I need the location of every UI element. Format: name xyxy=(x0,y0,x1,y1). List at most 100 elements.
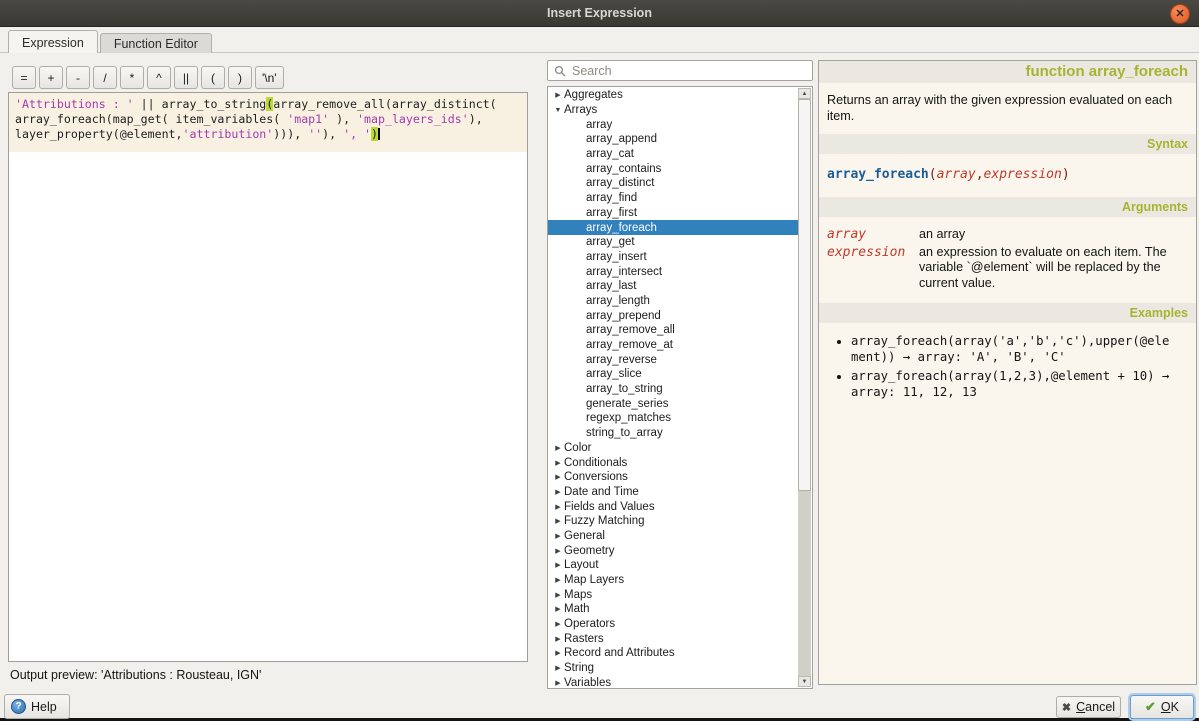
search-input[interactable] xyxy=(548,61,812,80)
chevron-right-icon[interactable]: ▶ xyxy=(552,488,564,496)
chevron-down-icon[interactable]: ▼ xyxy=(552,107,564,114)
operator-button-minus[interactable]: - xyxy=(66,66,90,89)
tree-function-array-remove-all[interactable]: array_remove_all xyxy=(548,323,799,338)
tree-category-fields-and-values[interactable]: ▶Fields and Values xyxy=(548,499,799,514)
tree-scrollbar-thumb[interactable] xyxy=(798,99,811,491)
tree-function-array-contains[interactable]: array_contains xyxy=(548,161,799,176)
tree-category-rasters[interactable]: ▶Rasters xyxy=(548,631,799,646)
chevron-right-icon[interactable]: ▶ xyxy=(552,517,564,525)
help-button-label: Help xyxy=(31,700,57,714)
chevron-right-icon[interactable]: ▶ xyxy=(552,532,564,540)
code-line-1: 'Attributions : ' || array_to_string(arr… xyxy=(15,97,521,112)
tree-category-conditionals[interactable]: ▶Conditionals xyxy=(548,455,799,470)
false: String xyxy=(564,662,594,674)
tree-category-color[interactable]: ▶Color xyxy=(548,441,799,456)
tree-category-record-and-attributes[interactable]: ▶Record and Attributes xyxy=(548,646,799,661)
tree-category-arrays[interactable]: ▼Arrays xyxy=(548,103,799,118)
tree-function-array-length[interactable]: array_length xyxy=(548,294,799,309)
help-examples-list: array_foreach(array('a','b','c'),upper(@… xyxy=(819,329,1196,407)
chevron-right-icon[interactable]: ▶ xyxy=(552,649,564,657)
chevron-right-icon[interactable]: ▶ xyxy=(552,547,564,555)
operator-button-equals[interactable]: = xyxy=(12,66,36,89)
code-line-3: layer_property(@element,'attribution')))… xyxy=(15,127,521,142)
expression-editor[interactable]: 'Attributions : ' || array_to_string(arr… xyxy=(8,92,528,662)
tab-expression[interactable]: Expression xyxy=(8,30,98,53)
tree-category-fuzzy-matching[interactable]: ▶Fuzzy Matching xyxy=(548,514,799,529)
operator-button-plus[interactable]: + xyxy=(39,66,63,89)
tab-function-editor[interactable]: Function Editor xyxy=(100,33,212,53)
false: Math xyxy=(564,603,590,615)
chevron-right-icon[interactable]: ▶ xyxy=(552,91,564,99)
operator-button-close-paren[interactable]: ) xyxy=(228,66,252,89)
false: Fuzzy Matching xyxy=(564,515,645,527)
tree-category-date-and-time[interactable]: ▶Date and Time xyxy=(548,485,799,500)
code-text: array_foreach(map_get( item_variables( xyxy=(15,112,287,126)
chevron-right-icon[interactable]: ▶ xyxy=(552,503,564,511)
tree-function-array[interactable]: array xyxy=(548,117,799,132)
tree-function-array-intersect[interactable]: array_intersect xyxy=(548,264,799,279)
function-tree-rows: ▶Aggregates▼Arraysarrayarray_appendarray… xyxy=(548,88,799,689)
operator-button-power[interactable]: ^ xyxy=(147,66,171,89)
tree-function-array-remove-at[interactable]: array_remove_at xyxy=(548,338,799,353)
tree-category-maps[interactable]: ▶Maps xyxy=(548,587,799,602)
tree-function-array-reverse[interactable]: array_reverse xyxy=(548,352,799,367)
chevron-right-icon[interactable]: ▶ xyxy=(552,444,564,452)
chevron-right-icon[interactable]: ▶ xyxy=(552,459,564,467)
tree-function-array-append[interactable]: array_append xyxy=(548,132,799,147)
chevron-right-icon[interactable]: ▶ xyxy=(552,576,564,584)
operator-button-concat[interactable]: || xyxy=(174,66,198,89)
tree-function-array-foreach[interactable]: array_foreach xyxy=(548,220,799,235)
tree-function-array-insert[interactable]: array_insert xyxy=(548,250,799,265)
tree-category-map-layers[interactable]: ▶Map Layers xyxy=(548,573,799,588)
operator-button-open-paren[interactable]: ( xyxy=(201,66,225,89)
tree-category-geometry[interactable]: ▶Geometry xyxy=(548,543,799,558)
chevron-right-icon[interactable]: ▶ xyxy=(552,605,564,613)
chevron-right-icon[interactable]: ▶ xyxy=(552,664,564,672)
help-description: Returns an array with the given expressi… xyxy=(819,83,1196,134)
chevron-right-icon[interactable]: ▶ xyxy=(552,561,564,569)
chevron-right-icon[interactable]: ▶ xyxy=(552,620,564,628)
chevron-right-icon[interactable]: ▶ xyxy=(552,473,564,481)
tree-category-layout[interactable]: ▶Layout xyxy=(548,558,799,573)
cancel-button[interactable]: ✖ Cancel xyxy=(1056,696,1121,718)
tree-function-array-prepend[interactable]: array_prepend xyxy=(548,308,799,323)
scroll-down-icon[interactable]: ▼ xyxy=(798,676,811,687)
tree-function-array-slice[interactable]: array_slice xyxy=(548,367,799,382)
tree-category-conversions[interactable]: ▶Conversions xyxy=(548,470,799,485)
tree-category-general[interactable]: ▶General xyxy=(548,529,799,544)
tree-function-array-find[interactable]: array_find xyxy=(548,191,799,206)
tree-scrollbar[interactable]: ▲ ▼ xyxy=(798,88,811,687)
tree-function-array-last[interactable]: array_last xyxy=(548,279,799,294)
tree-function-array-get[interactable]: array_get xyxy=(548,235,799,250)
window-title: Insert Expression xyxy=(547,6,652,20)
tree-function-array-to-string[interactable]: array_to_string xyxy=(548,382,799,397)
tree-function-array-distinct[interactable]: array_distinct xyxy=(548,176,799,191)
code-text: ), xyxy=(322,127,343,141)
string-literal: 'attribution' xyxy=(183,127,274,141)
tree-function-array-cat[interactable]: array_cat xyxy=(548,147,799,162)
tree-function-generate-series[interactable]: generate_series xyxy=(548,396,799,411)
chevron-right-icon[interactable]: ▶ xyxy=(552,679,564,687)
output-preview: Output preview: 'Attributions : Rousteau… xyxy=(10,668,261,682)
operator-button-newline[interactable]: '\n' xyxy=(255,66,284,89)
tree-category-aggregates[interactable]: ▶Aggregates xyxy=(548,88,799,103)
help-section-arguments: Arguments xyxy=(819,197,1196,217)
tree-category-string[interactable]: ▶String xyxy=(548,661,799,676)
scroll-up-icon[interactable]: ▲ xyxy=(798,88,811,99)
help-button[interactable]: ? Help xyxy=(4,694,70,719)
tree-category-math[interactable]: ▶Math xyxy=(548,602,799,617)
tree-category-variables[interactable]: ▶Variables xyxy=(548,676,799,690)
help-icon: ? xyxy=(11,699,26,714)
tree-category-operators[interactable]: ▶Operators xyxy=(548,617,799,632)
operator-button-multiply[interactable]: * xyxy=(120,66,144,89)
string-literal: '' xyxy=(308,127,322,141)
ok-button[interactable]: ✔ OK xyxy=(1130,695,1194,719)
operator-button-divide[interactable]: / xyxy=(93,66,117,89)
tree-function-array-first[interactable]: array_first xyxy=(548,206,799,221)
close-icon[interactable]: ✕ xyxy=(1170,4,1190,24)
tree-function-regexp-matches[interactable]: regexp_matches xyxy=(548,411,799,426)
argument-desc-array: an array xyxy=(919,227,1188,243)
tree-function-string-to-array[interactable]: string_to_array xyxy=(548,426,799,441)
chevron-right-icon[interactable]: ▶ xyxy=(552,635,564,643)
chevron-right-icon[interactable]: ▶ xyxy=(552,591,564,599)
